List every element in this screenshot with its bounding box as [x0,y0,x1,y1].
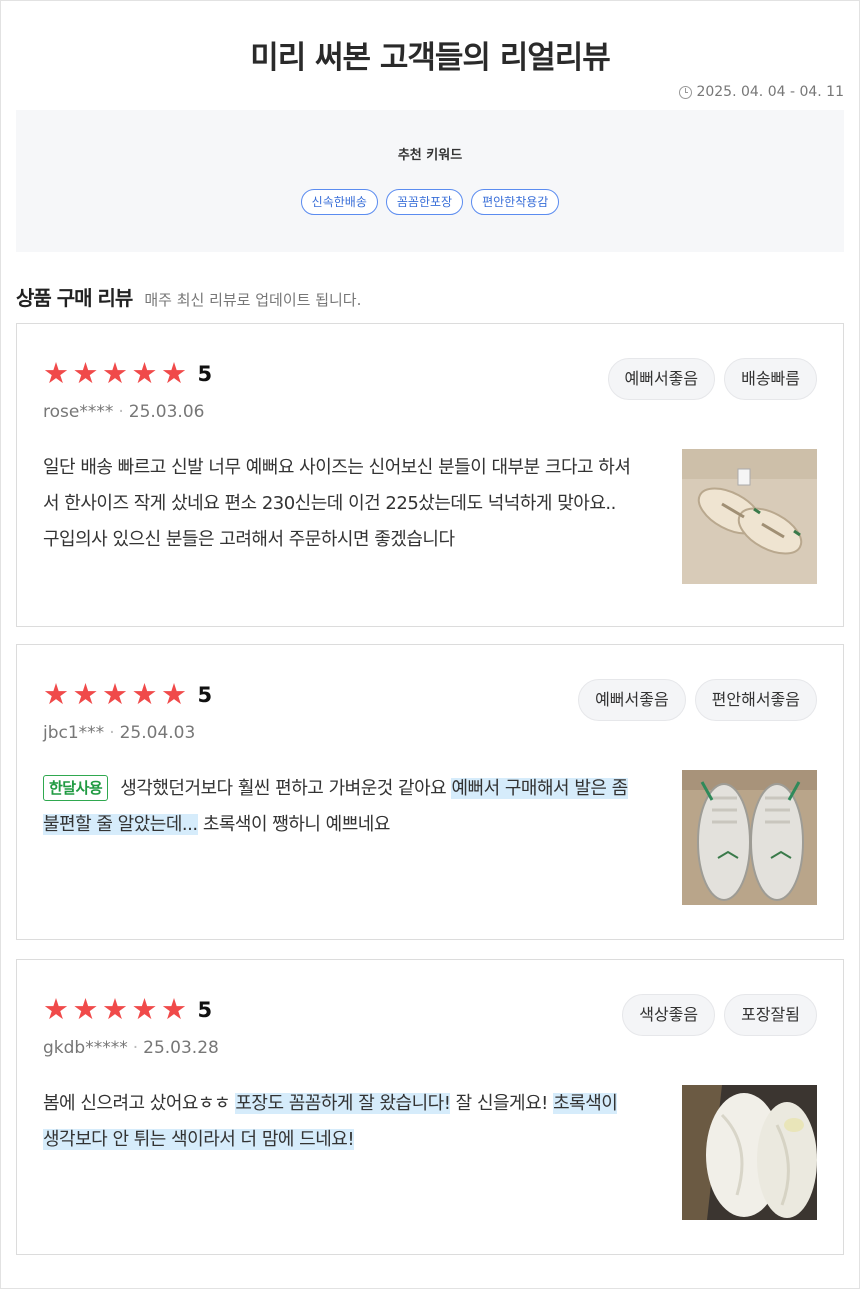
star-icon: ★ [102,992,128,1026]
reviewer-name: rose**** [43,402,114,422]
star-icon: ★ [131,677,158,711]
review-meta: gkdb***** · 25.03.28 [43,1038,219,1058]
review-photo[interactable] [682,449,817,584]
review-section-header: 상품 구매 리뷰 매주 최신 리뷰로 업데이트 됩니다. [16,282,361,311]
star-icon: ★ [161,677,187,711]
review-chip: 예뻐서좋음 [607,358,716,400]
clock-icon [679,85,693,99]
review-text-segment: 잘 신을게요! [450,1093,554,1114]
star-icon: ★ [131,992,158,1026]
review-card: ★ ★ ★ ★ ★ 5 gkdb***** · 25.03.28 색상좋음 포장잘됨… [16,959,844,1255]
rating-value: 5 [197,997,213,1022]
star-icon: ★ [102,356,128,390]
review-chips: 예뻐서좋음 편안해서좋음 [578,679,817,721]
review-text-segment: 생각했던거보다 훨씬 편하고 가벼운것 같아요 [120,778,452,799]
star-rating: ★ ★ ★ ★ ★ 5 [43,359,212,388]
star-icon: ★ [72,356,99,390]
review-text-highlight: 포장도 꼼꼼하게 잘 왔습니다! [235,1093,451,1114]
rating-value: 5 [197,361,213,386]
star-icon: ★ [72,992,99,1026]
star-icon: ★ [102,677,128,711]
keywords-title: 추천 키워드 [397,148,463,163]
review-date: 25.04.03 [119,723,196,743]
star-icon: ★ [161,992,187,1026]
review-text-segment: 초록색이 쨍하니 예쁘네요 [197,814,391,835]
separator-dot: · [118,402,124,422]
reviewer-name: jbc1*** [43,723,105,743]
star-icon: ★ [43,356,69,390]
review-chip: 편안해서좋음 [694,679,817,721]
keyword-tag[interactable]: 꼼꼼한포장 [385,189,464,215]
date-range: 2025. 04. 04 - 04. 11 [679,84,844,100]
review-date: 25.03.28 [143,1038,219,1058]
review-chip: 색상좋음 [622,994,716,1036]
review-chip: 배송빠름 [724,358,817,400]
star-icon: ★ [161,356,187,390]
review-photo[interactable] [682,1085,817,1220]
review-card: ★ ★ ★ ★ ★ 5 rose**** · 25.03.06 예뻐서좋음 배송빠름… [16,323,844,627]
review-meta: rose**** · 25.03.06 [43,402,204,422]
usage-badge: 한달사용 [43,775,109,801]
review-chip: 포장잘됨 [724,994,817,1036]
rating-value: 5 [197,682,213,707]
review-body: 일단 배송 빠르고 신발 너무 예뻐요 사이즈는 신어보신 분들이 대부분 크다… [43,450,637,558]
date-range-text: 2025. 04. 04 - 04. 11 [696,84,844,100]
keyword-tag[interactable]: 신속한배송 [300,189,378,215]
review-chip: 예뻐서좋음 [578,679,686,721]
recommended-keywords-panel: 추천 키워드 신속한배송 꼼꼼한포장 편안한착용감 [16,110,844,252]
review-photo[interactable] [682,770,817,905]
review-body: 한달사용 생각했던거보다 훨씬 편하고 가벼운것 같아요 예뻐서 구매해서 발은 … [43,771,637,843]
review-card: ★ ★ ★ ★ ★ 5 jbc1*** · 25.04.03 예뻐서좋음 편안해서좋… [16,644,844,940]
review-text-segment: 봄에 신으려고 샀어요ㅎㅎ [43,1093,236,1114]
review-meta: jbc1*** · 25.04.03 [43,723,195,743]
review-text-segment: 일단 배송 빠르고 신발 너무 예뻐요 사이즈는 신어보신 분들이 대부분 크다… [43,457,631,550]
separator-dot: · [109,723,115,743]
section-subtitle: 매주 최신 리뷰로 업데이트 됩니다. [144,291,362,309]
star-icon: ★ [131,356,158,390]
keyword-tag[interactable]: 편안한착용감 [471,189,560,215]
reviewer-name: gkdb***** [43,1038,128,1058]
star-icon: ★ [43,992,69,1026]
section-title: 상품 구매 리뷰 [16,286,133,310]
star-icon: ★ [43,677,69,711]
review-date: 25.03.06 [128,402,205,422]
star-rating: ★ ★ ★ ★ ★ 5 [43,680,212,709]
separator-dot: · [132,1038,139,1058]
keyword-tag-list: 신속한배송 꼼꼼한포장 편안한착용감 [16,189,844,215]
review-chips: 색상좋음 포장잘됨 [622,994,817,1036]
review-body: 봄에 신으려고 샀어요ㅎㅎ 포장도 꼼꼼하게 잘 왔습니다! 잘 신을게요! 초… [43,1086,637,1158]
star-rating: ★ ★ ★ ★ ★ 5 [43,995,212,1024]
page-title: 미리 써본 고객들의 리얼리뷰 [250,40,611,76]
star-icon: ★ [72,677,99,711]
review-chips: 예뻐서좋음 배송빠름 [607,358,817,400]
